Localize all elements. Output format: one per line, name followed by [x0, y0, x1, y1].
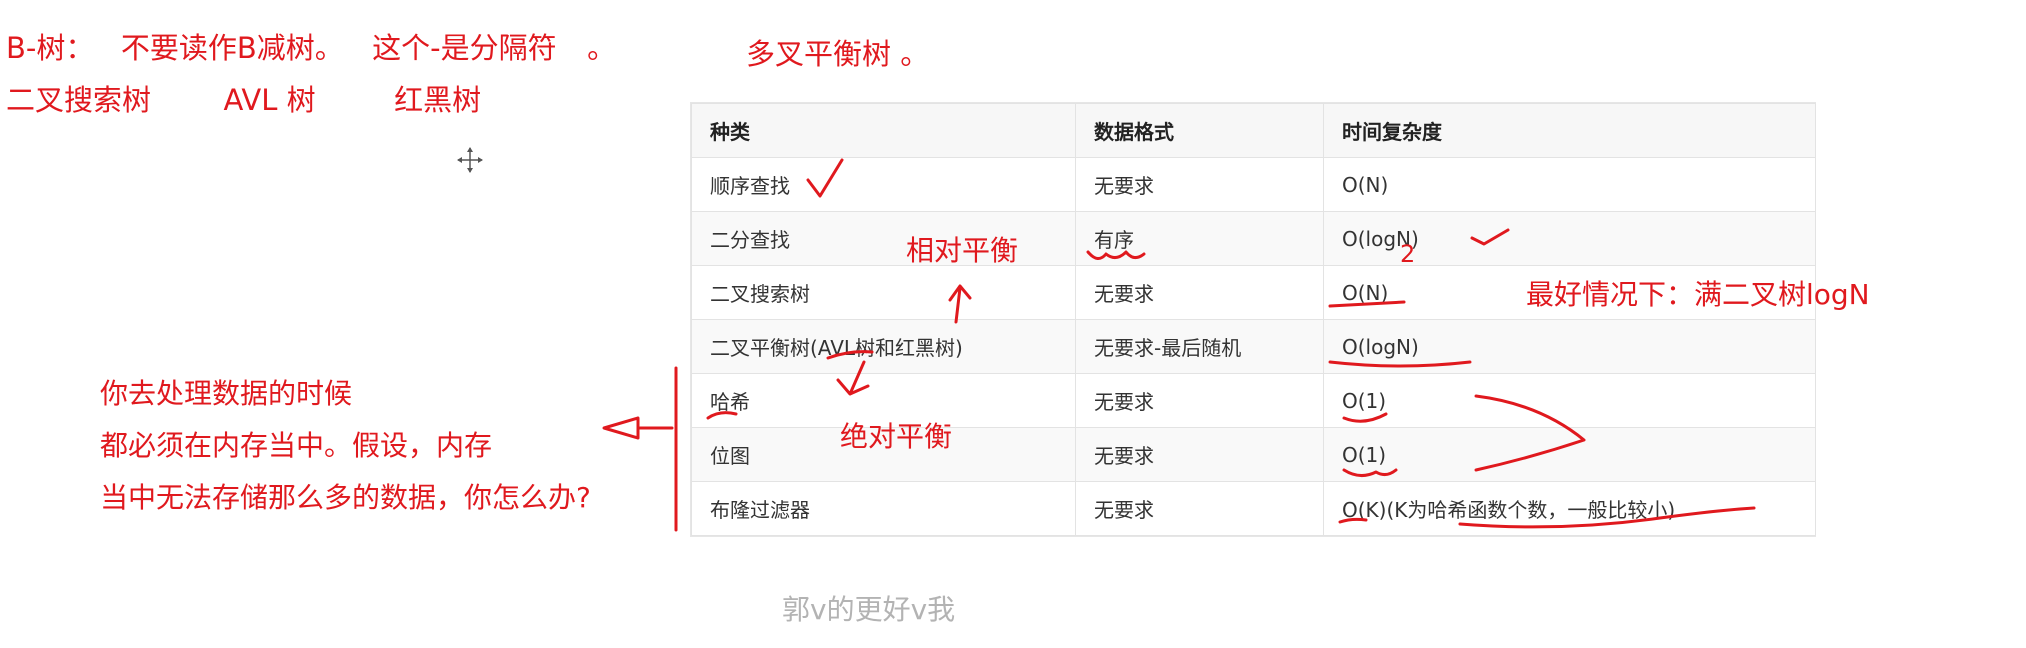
cell-type: 二叉搜索树: [691, 265, 1076, 320]
cell-complexity: O(logN): [1323, 211, 1816, 266]
note-b-tree: B-树：: [6, 31, 95, 65]
cell-type: 顺序查找: [691, 157, 1076, 212]
table-row: 二叉搜索树 无要求 O(N): [691, 265, 1816, 320]
note-separator: 这个-是分隔符: [372, 31, 557, 65]
memory-limit-note: 你去处理数据的时候 都必须在内存当中。假设，内存 当中无法存储那么多的数据，你怎…: [100, 368, 591, 524]
table-row: 二叉平衡树(AVL树和红黑树) 无要求-最后随机 O(logN): [691, 319, 1816, 374]
notes-line-1: B-树： 不要读作B减树。 这个-是分隔符 。: [6, 34, 616, 63]
complexity-table: 种类 数据格式 时间复杂度 顺序查找 无要求 O(N) 二分查找 有序 O(lo…: [691, 103, 1816, 536]
cell-format: 无要求: [1075, 481, 1324, 536]
cell-complexity: O(K)(K为哈希函数个数，一般比较小): [1323, 481, 1816, 536]
cell-type: 哈希: [691, 373, 1076, 428]
note-period: 。: [587, 31, 617, 65]
cell-type: 布隆过滤器: [691, 481, 1076, 536]
cell-format: 无要求: [1075, 427, 1324, 482]
memory-note-line-1: 你去处理数据的时候: [100, 377, 353, 410]
footer-caption: 郭v的更好v我: [782, 593, 956, 626]
multiway-balanced-tree-title: 多叉平衡树 。: [746, 37, 930, 71]
header-type: 种类: [691, 103, 1076, 158]
cell-complexity: O(1): [1323, 373, 1816, 428]
cell-complexity: O(N): [1323, 157, 1816, 212]
header-time-complexity: 时间复杂度: [1323, 103, 1816, 158]
note-pronunciation: 不要读作B减树。: [120, 31, 344, 65]
memory-note-line-2: 都必须在内存当中。假设，内存: [100, 429, 493, 462]
cell-format: 无要求: [1075, 373, 1324, 428]
cell-type: 二叉平衡树(AVL树和红黑树): [691, 319, 1076, 374]
cell-format: 无要求: [1075, 157, 1324, 212]
left-arrow: [602, 416, 674, 440]
table-row: 布隆过滤器 无要求 O(K)(K为哈希函数个数，一般比较小): [691, 481, 1816, 536]
note-red-black-tree: 红黑树: [394, 83, 482, 117]
crosshair-move-icon: [457, 147, 483, 173]
table-row: 哈希 无要求 O(1): [691, 373, 1816, 428]
cell-complexity: O(logN): [1323, 319, 1816, 374]
cell-type: 位图: [691, 427, 1076, 482]
note-avl-tree: AVL 树: [223, 83, 316, 117]
table-row: 位图 无要求 O(1): [691, 427, 1816, 482]
table-row: 顺序查找 无要求 O(N): [691, 157, 1816, 212]
cell-complexity: O(N): [1323, 265, 1816, 320]
table-row: 二分查找 有序 O(logN): [691, 211, 1816, 266]
table-header-row: 种类 数据格式 时间复杂度: [691, 103, 1816, 158]
cell-format: 无要求-最后随机: [1075, 319, 1324, 374]
header-data-format: 数据格式: [1075, 103, 1324, 158]
memory-note-line-3: 当中无法存储那么多的数据，你怎么办?: [100, 481, 591, 514]
cell-format: 无要求: [1075, 265, 1324, 320]
search-complexity-table: 种类 数据格式 时间复杂度 顺序查找 无要求 O(N) 二分查找 有序 O(lo…: [690, 102, 1816, 537]
note-binary-search-tree: 二叉搜索树: [6, 83, 152, 117]
cell-complexity: O(1): [1323, 427, 1816, 482]
cell-type: 二分查找: [691, 211, 1076, 266]
cell-format: 有序: [1075, 211, 1324, 266]
notes-line-2: 二叉搜索树 AVL 树 红黑树: [6, 86, 481, 115]
